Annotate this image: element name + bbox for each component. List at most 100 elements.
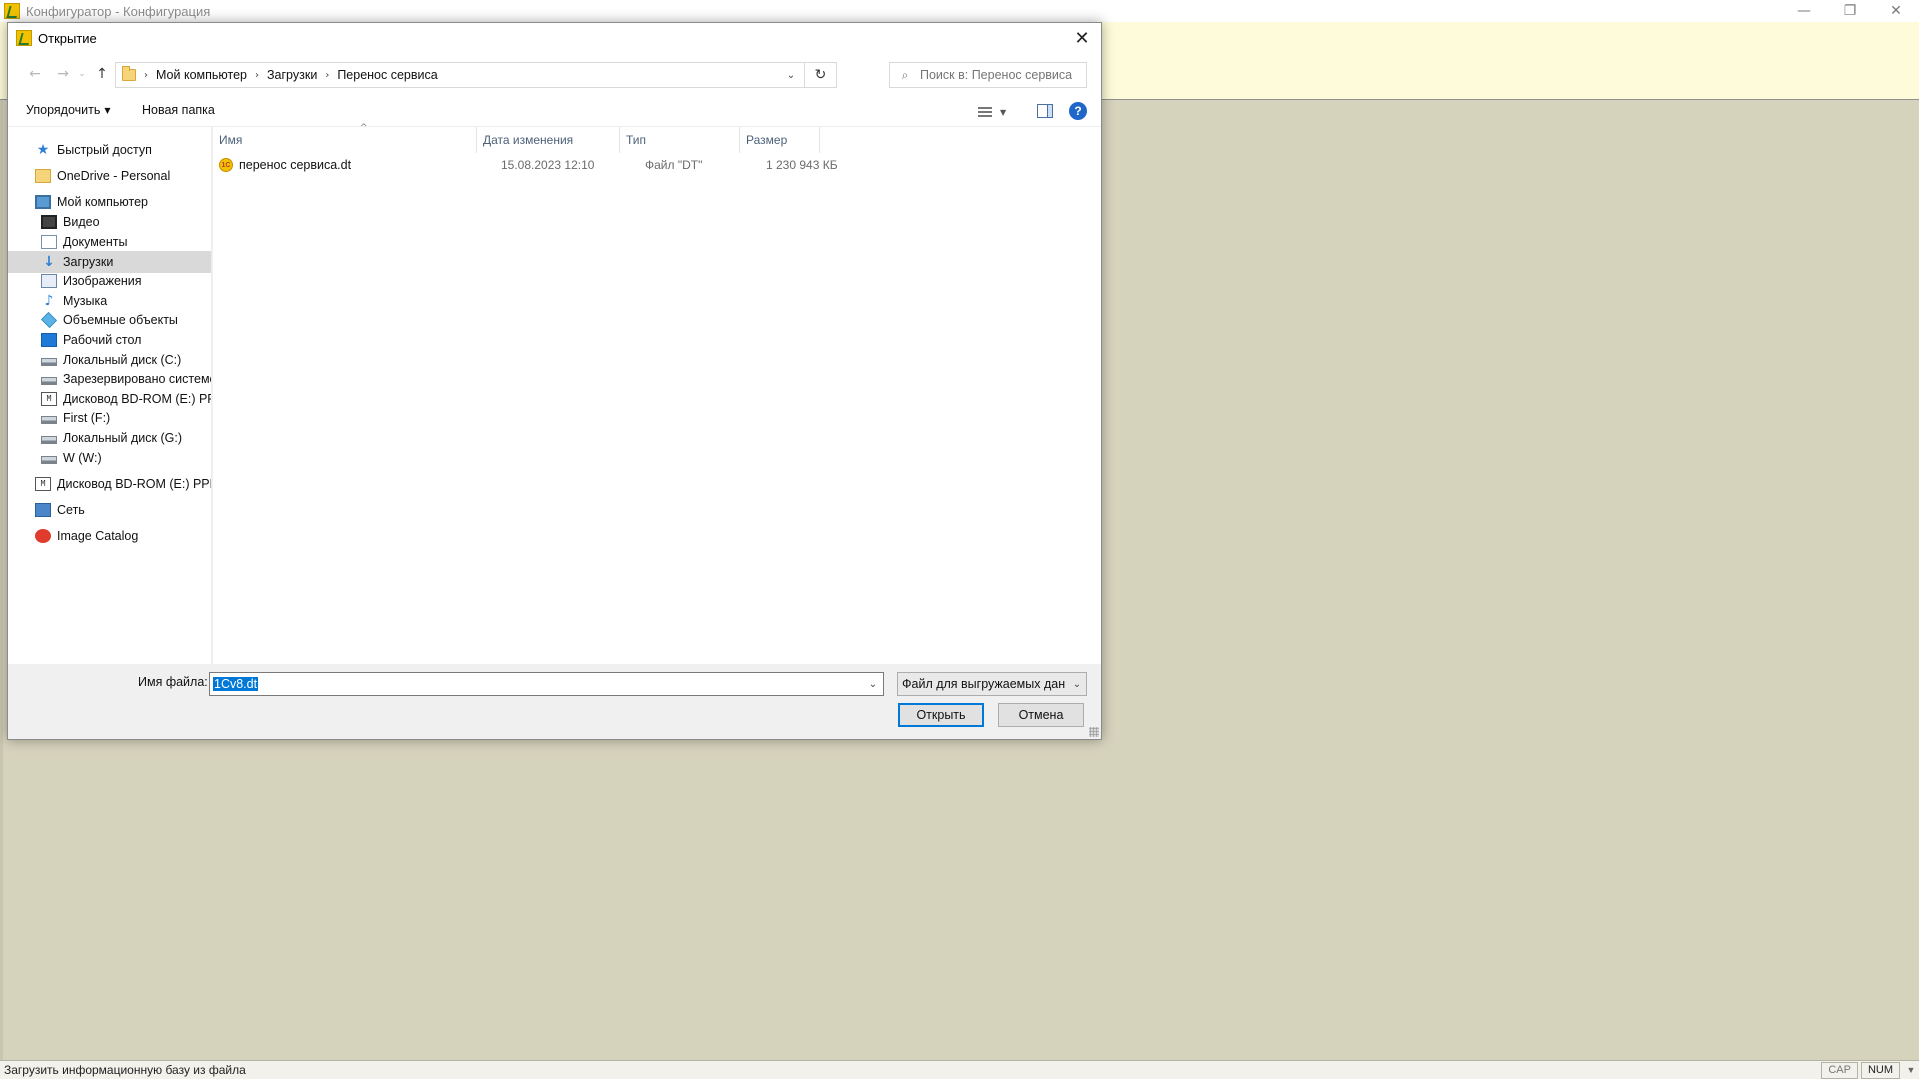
sidebar-item-label: Мой компьютер: [57, 195, 148, 209]
breadcrumb-separator: ›: [144, 69, 148, 81]
sidebar-item-label: Рабочий стол: [63, 333, 142, 347]
cube-icon: [41, 312, 57, 328]
sidebar-item[interactable]: Локальный диск (G:): [8, 427, 211, 449]
sidebar-item[interactable]: W (W:): [8, 447, 211, 469]
video-icon: [41, 215, 57, 229]
cd-drive-icon: M: [35, 477, 51, 491]
sidebar-item[interactable]: Документы: [8, 231, 211, 253]
sidebar-item-label: Документы: [63, 235, 128, 249]
app-close-button[interactable]: ✕: [1873, 0, 1919, 22]
column-header-name[interactable]: Имя ^: [213, 123, 477, 153]
search-input[interactable]: [920, 68, 1080, 82]
forward-button[interactable]: →: [52, 63, 74, 85]
column-header-size[interactable]: Размер: [740, 127, 820, 153]
sidebar-item-label: Дисковод BD-ROM (E:) PPRO: [63, 392, 211, 406]
sidebar-item-label: Видео: [63, 215, 100, 229]
table-row[interactable]: 1С перенос сервиса.dt 15.08.2023 12:10 Ф…: [213, 153, 1101, 177]
sidebar-item-label: OneDrive - Personal: [57, 169, 171, 183]
app-logo-icon: [4, 3, 20, 19]
sidebar-item[interactable]: Зарезервировано системой: [8, 368, 211, 390]
address-dropdown-icon[interactable]: ⌄: [780, 63, 802, 87]
window-controls: — ❐ ✕: [1781, 0, 1919, 22]
dialog-close-button[interactable]: ✕: [1067, 23, 1097, 53]
file-type: Файл "DT": [645, 158, 703, 172]
disk-icon: [41, 416, 57, 424]
view-list-icon: [978, 106, 992, 118]
sidebar-item[interactable]: Объемные объекты: [8, 309, 211, 331]
computer-icon: [35, 195, 51, 209]
open-button[interactable]: Открыть: [898, 703, 984, 727]
cancel-button[interactable]: Отмена: [998, 703, 1084, 727]
back-button[interactable]: ←: [24, 63, 46, 85]
sidebar-item[interactable]: M Дисковод BD-ROM (E:) PPRO: [8, 473, 211, 495]
help-icon[interactable]: ?: [1069, 102, 1087, 120]
sidebar-item-label: Локальный диск (C:): [63, 353, 182, 367]
num-lock-indicator: NUM: [1860, 1061, 1900, 1079]
file-type-select[interactable]: Файл для выгружаемых данных ⌄: [897, 672, 1087, 696]
sidebar-item[interactable]: Мой компьютер: [8, 191, 211, 213]
column-header-type[interactable]: Тип: [620, 127, 740, 153]
app-titlebar: Конфигуратор - Конфигурация — ❐ ✕: [0, 0, 1919, 22]
dialog-logo-icon: [16, 30, 32, 46]
column-header-date[interactable]: Дата изменения: [477, 127, 620, 153]
command-bar: Упорядочить ▼ Новая папка ▼ ?: [8, 95, 1101, 127]
music-icon: ♪: [44, 293, 54, 309]
resize-grip-icon[interactable]: [1089, 727, 1099, 737]
breadcrumb-my-computer[interactable]: Мой компьютер: [156, 68, 247, 82]
sidebar-item[interactable]: Изображения: [8, 270, 211, 292]
sidebar-item[interactable]: OneDrive - Personal: [8, 165, 211, 187]
search-box[interactable]: ⌕: [889, 62, 1087, 88]
sidebar-item[interactable]: Рабочий стол: [8, 329, 211, 351]
sidebar-item-label: Загрузки: [63, 255, 114, 269]
up-folder-button[interactable]: ↑: [91, 63, 113, 85]
image-icon: [41, 274, 57, 288]
minimize-button[interactable]: —: [1781, 0, 1827, 22]
disk-icon: [41, 436, 57, 444]
address-bar[interactable]: › Мой компьютер › Загрузки › Перенос сер…: [115, 62, 837, 88]
dialog-titlebar[interactable]: Открытие ✕: [8, 23, 1101, 53]
disk-icon: [41, 456, 57, 464]
column-name-label: Имя: [219, 133, 243, 147]
file-name-cell: 1С перенос сервиса.dt: [219, 153, 351, 177]
file-size: 1 230 943 КБ: [766, 158, 838, 172]
status-bar: Загрузить информационную базу из файла C…: [0, 1060, 1919, 1079]
desktop-icon: [41, 333, 57, 347]
organize-button[interactable]: Упорядочить ▼: [26, 103, 111, 117]
open-file-dialog: Открытие ✕ ← → ⌄ ↑ › Мой компьютер › Заг…: [7, 22, 1102, 740]
cd-drive-icon: M: [41, 392, 57, 406]
status-dropdown-icon[interactable]: ▼: [1903, 1065, 1919, 1075]
sidebar-item-label: Локальный диск (G:): [63, 431, 182, 445]
caps-lock-indicator: CAP: [1821, 1061, 1858, 1079]
dialog-title: Открытие: [38, 30, 97, 46]
new-folder-button[interactable]: Новая папка: [142, 103, 215, 117]
filename-dropdown-icon[interactable]: ⌄: [863, 673, 883, 695]
sidebar-item-label: Image Catalog: [57, 529, 139, 543]
sidebar-item-label: Объемные объекты: [63, 313, 178, 327]
image-catalog-icon: [35, 529, 51, 543]
change-view-button[interactable]: ▼: [978, 103, 1012, 121]
recent-locations-button[interactable]: ⌄: [76, 63, 88, 85]
sidebar-item[interactable]: Видео: [8, 211, 211, 233]
restore-button[interactable]: ❐: [1827, 0, 1873, 22]
file-type-value: Файл для выгружаемых данных: [902, 677, 1065, 691]
breadcrumb-separator: ›: [325, 69, 330, 81]
sidebar-item[interactable]: Сеть: [8, 499, 211, 521]
sidebar-item[interactable]: ★ Быстрый доступ: [8, 139, 211, 161]
sidebar-item[interactable]: Image Catalog: [8, 525, 211, 547]
refresh-button[interactable]: ↻: [804, 63, 836, 87]
chevron-down-icon: ▼: [104, 106, 111, 116]
filename-value: 1Cv8.dt: [213, 677, 259, 691]
breadcrumb-current-folder[interactable]: Перенос сервиса: [337, 68, 437, 82]
file-list: Имя ^ Дата изменения Тип Размер 1С перен…: [213, 123, 1101, 664]
search-icon: ⌕: [901, 67, 909, 82]
breadcrumb-downloads[interactable]: Загрузки: [267, 68, 317, 82]
document-icon: [41, 235, 57, 249]
filename-input[interactable]: 1Cv8.dt ⌄: [209, 672, 884, 696]
app-left-edge: [0, 100, 3, 1060]
sidebar-item[interactable]: First (F:): [8, 407, 211, 429]
download-icon: ↓: [43, 254, 55, 270]
preview-pane-icon[interactable]: [1037, 104, 1053, 118]
sidebar-item-label: Изображения: [63, 274, 142, 288]
sidebar-item-label: W (W:): [63, 451, 102, 465]
filename-label: Имя файла:: [138, 675, 208, 689]
